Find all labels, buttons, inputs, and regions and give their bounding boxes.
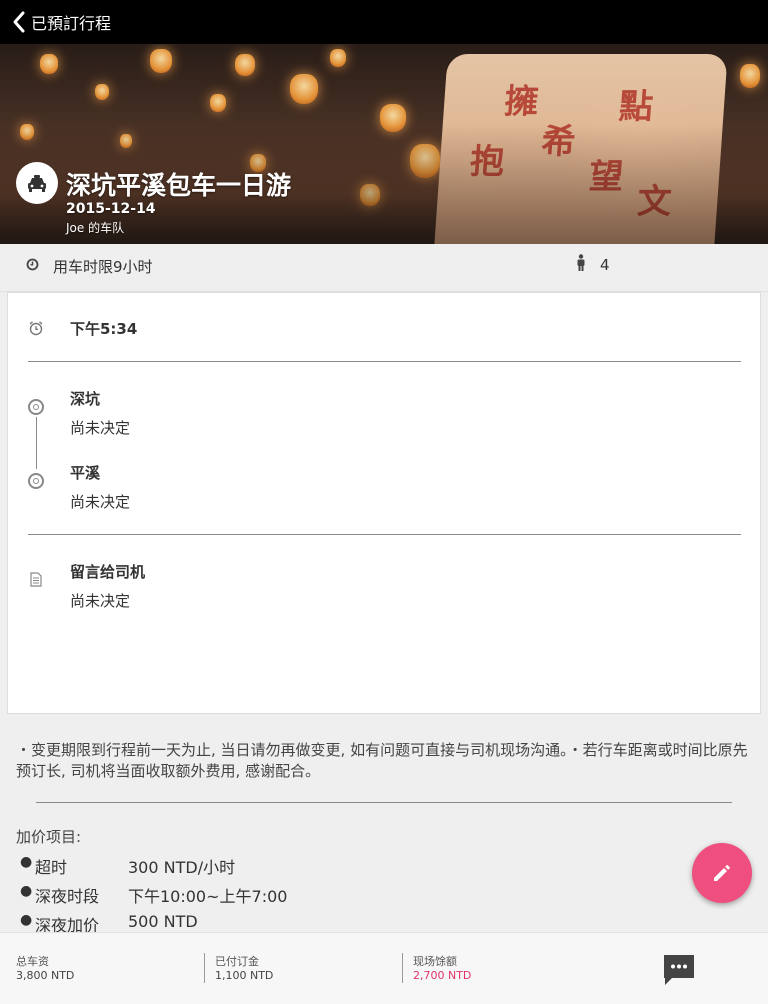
deposit-paid-label: 已付订金 xyxy=(215,955,259,968)
top-bar: 已預訂行程 xyxy=(0,0,768,44)
clock-icon xyxy=(26,258,39,271)
deposit-paid-value: 1,100 NTD xyxy=(215,969,274,982)
bullet: ● xyxy=(20,883,33,899)
pickup-time[interactable]: 下午5:34 xyxy=(70,318,137,339)
trip-title: 深坑平溪包车一日游 xyxy=(66,171,292,200)
surcharge-name: 超时 xyxy=(35,858,68,877)
driver-message-title[interactable]: 留言给司机 xyxy=(70,561,145,582)
alarm-icon xyxy=(29,321,43,336)
balance-label: 现场馀额 xyxy=(413,955,457,968)
rental-duration: 用车时限9小时 xyxy=(53,258,153,276)
surcharge-value: 300 NTD/小时 xyxy=(128,858,236,877)
schedule-card: 下午5:34 深坑 尚未决定 平溪 尚未决定 留言给司机 尚未决定 xyxy=(7,292,761,714)
edit-button[interactable] xyxy=(692,843,752,903)
separator xyxy=(204,953,205,983)
change-policy-notice: ・变更期限到行程前一天为止, 当日请勿再做变更, 如有问题可直接与司机现场沟通。… xyxy=(16,741,748,780)
stop-status: 尚未决定 xyxy=(70,493,131,511)
surcharge-item: ● 超时 300 NTD/小时 xyxy=(20,854,235,878)
total-fare-label: 总车资 xyxy=(16,955,49,968)
back-chevron-icon xyxy=(13,11,25,33)
trip-fleet: Joe 的车队 xyxy=(66,221,125,235)
surcharge-item: ● 深夜时段 下午10:00~上午7:00 xyxy=(20,883,287,907)
stop-status: 尚未决定 xyxy=(70,419,131,437)
note-icon xyxy=(30,572,42,587)
divider xyxy=(28,534,741,535)
edit-pencil-icon xyxy=(714,864,731,881)
car-icon xyxy=(28,175,46,192)
person-icon xyxy=(577,254,585,271)
location-ring-icon xyxy=(28,473,44,489)
bullet: ● xyxy=(20,854,33,870)
divider xyxy=(36,802,732,803)
driver-message-value: 尚未决定 xyxy=(70,592,131,610)
stop-name[interactable]: 平溪 xyxy=(70,462,100,483)
price-footer: 总车资 3,800 NTD 已付订金 1,100 NTD 现场馀额 2,700 … xyxy=(0,932,768,1004)
passenger-count: 4 xyxy=(600,256,610,274)
stop-name[interactable]: 深坑 xyxy=(70,388,100,409)
car-badge xyxy=(16,162,58,204)
route-line xyxy=(36,417,37,469)
divider xyxy=(28,361,741,362)
location-ring-icon xyxy=(28,399,44,415)
surcharge-name: 深夜时段 xyxy=(35,887,100,906)
back-label: 已預訂行程 xyxy=(31,14,112,33)
surcharge-title: 加价项目: xyxy=(16,828,82,846)
surcharge-value: 下午10:00~上午7:00 xyxy=(128,887,288,906)
back-button[interactable]: 已預訂行程 xyxy=(0,0,111,44)
trip-date: 2015-12-14 xyxy=(66,201,156,217)
separator xyxy=(402,953,403,983)
chat-icon[interactable] xyxy=(662,953,696,987)
balance-value: 2,700 NTD xyxy=(413,969,472,982)
trip-info-bar: 用车时限9小时 4 xyxy=(0,244,768,292)
total-fare-value: 3,800 NTD xyxy=(16,969,75,982)
